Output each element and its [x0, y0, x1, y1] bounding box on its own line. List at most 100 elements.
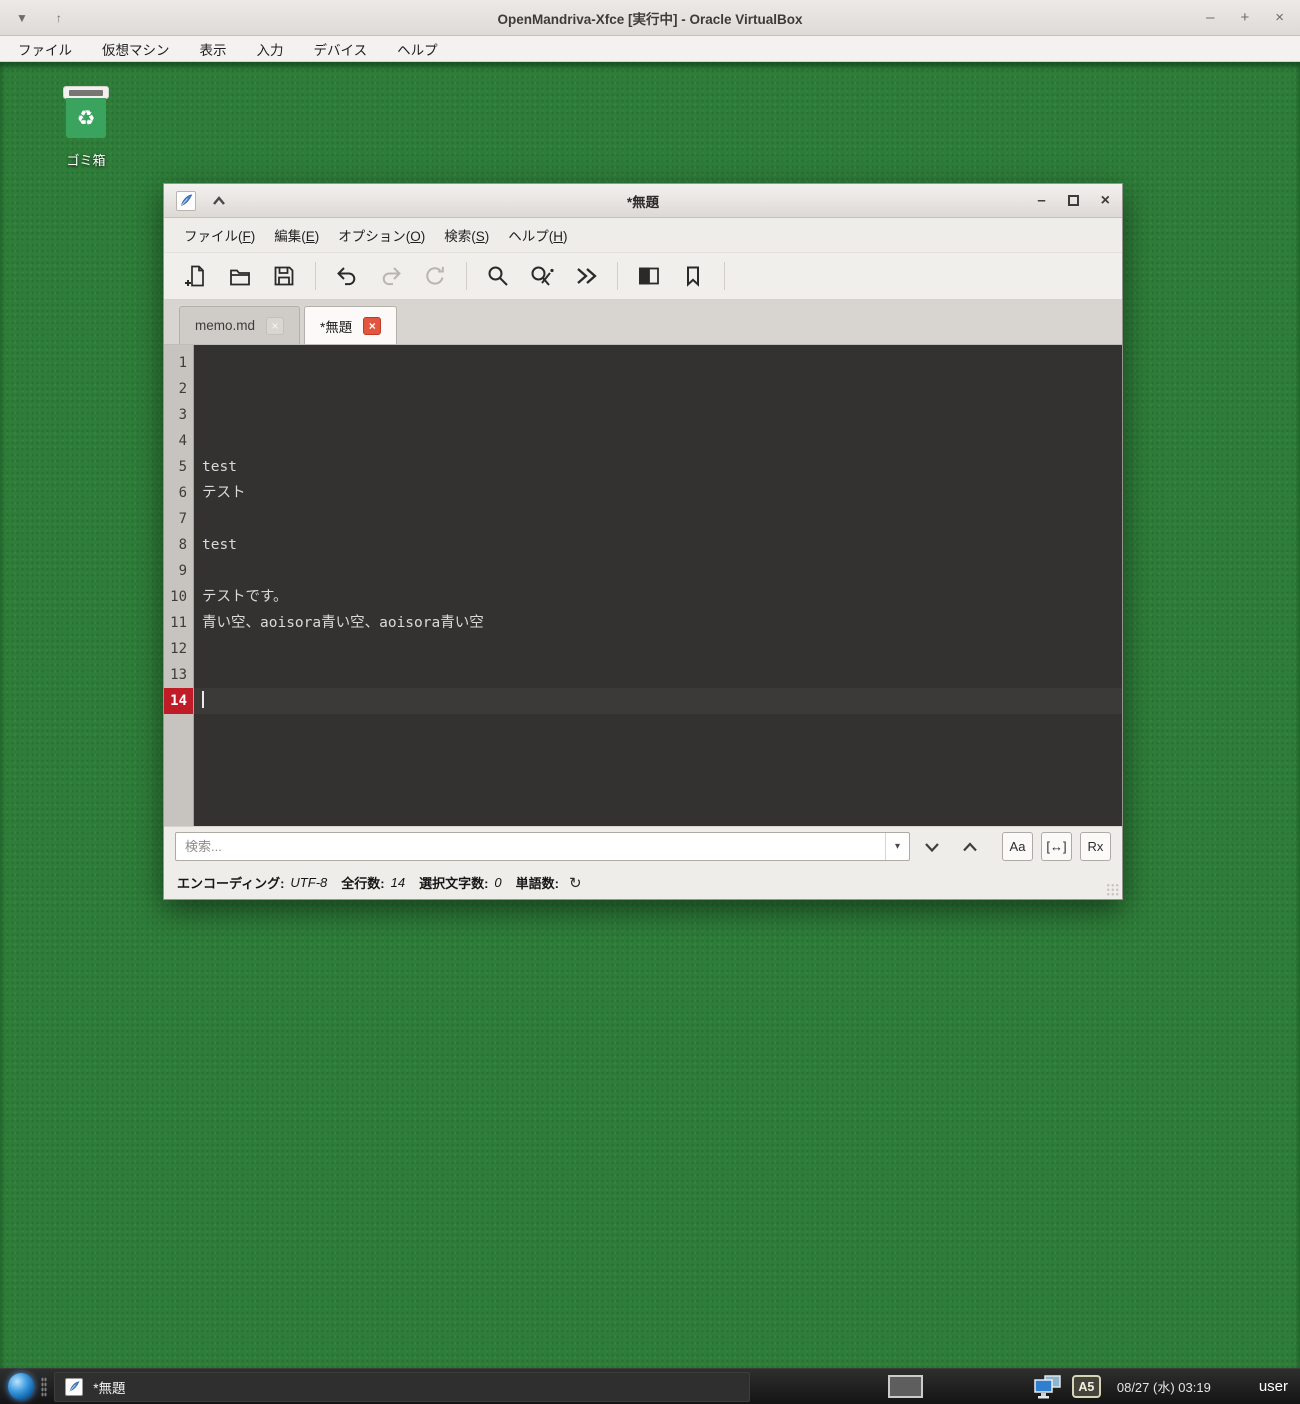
encoding-label: エンコーディング: [177, 876, 285, 891]
selected-chars-label: 選択文字数: [419, 876, 489, 891]
tab-untitled[interactable]: *無題 × [304, 306, 398, 344]
tab-close-icon[interactable]: × [266, 316, 285, 335]
mousepad-task-icon [65, 1377, 84, 1396]
word-count-refresh-icon[interactable]: ↻ [569, 874, 582, 892]
code-line[interactable] [194, 350, 1122, 376]
input-method-icon[interactable]: A5 [1071, 1375, 1101, 1398]
line-number: 13 [170, 667, 187, 683]
regex-button[interactable]: Rx [1080, 832, 1111, 861]
editor-menubar: ファイル(F) 編集(E) オプション(O) 検索(S) ヘルプ(H) [164, 218, 1122, 252]
line-number: 6 [178, 485, 187, 501]
search-icon[interactable] [478, 257, 518, 295]
reload-icon[interactable] [415, 257, 455, 295]
code-line[interactable] [194, 662, 1122, 688]
whole-word-button[interactable]: [↔] [1041, 832, 1072, 861]
xfce-desktop: ♻ ゴミ箱 *無題 – × ファイル(F) 編集(E) オプション(O) 検索(… [0, 62, 1300, 1368]
selected-chars-value: 0 [494, 875, 502, 890]
code-line[interactable] [194, 636, 1122, 662]
line-number: 1 [178, 355, 187, 371]
code-lines[interactable]: test テスト test テストです。 青い空、aoisora青い空、aois… [194, 345, 1122, 826]
line-number: 7 [178, 511, 187, 527]
editor-titlebar[interactable]: *無題 – × [164, 184, 1122, 218]
recycle-icon: ♻ [66, 98, 106, 138]
open-folder-icon[interactable] [220, 257, 260, 295]
code-line[interactable]: 青い空、aoisora青い空、aoisora青い空 [194, 610, 1122, 636]
side-pane-icon[interactable] [629, 257, 669, 295]
vbox-maximize-button[interactable]: + [1240, 10, 1249, 25]
editor-menu-file[interactable]: ファイル(F) [184, 225, 255, 245]
mousepad-app-icon [176, 190, 196, 211]
toolbar-separator [617, 262, 618, 290]
code-line[interactable] [194, 376, 1122, 402]
tab-label: memo.md [195, 318, 256, 333]
vbox-close-button[interactable]: × [1275, 10, 1284, 25]
code-line[interactable] [194, 402, 1122, 428]
code-line[interactable] [194, 506, 1122, 532]
line-number: 3 [178, 407, 187, 423]
vbox-menu-file[interactable]: ファイル [18, 39, 72, 59]
editor-text-area[interactable]: 1 2 3 4 5 6 7 8 9 10 11 12 13 14 test テス… [164, 345, 1122, 826]
new-file-icon[interactable] [176, 257, 216, 295]
bookmark-icon[interactable] [673, 257, 713, 295]
vbox-menu-arrow-icon[interactable]: ▼ [16, 11, 28, 25]
editor-search-bar: ▾ Aa [↔] Rx [164, 826, 1122, 866]
code-line[interactable]: テスト [194, 480, 1122, 506]
vbox-menu-help[interactable]: ヘルプ [397, 39, 438, 59]
search-history-dropdown-icon[interactable]: ▾ [885, 833, 909, 860]
line-number: 10 [170, 589, 187, 605]
editor-maximize-button[interactable] [1067, 195, 1079, 206]
line-number: 8 [178, 537, 187, 553]
goto-icon[interactable] [566, 257, 606, 295]
editor-close-button[interactable]: × [1101, 192, 1110, 210]
workspace-switcher[interactable] [887, 1375, 923, 1398]
panel-clock[interactable]: 08/27 (水) 03:19 [1117, 1377, 1211, 1396]
tab-close-icon[interactable]: × [363, 316, 382, 335]
line-number: 4 [178, 433, 187, 449]
find-next-icon[interactable] [916, 832, 948, 862]
tab-memo-md[interactable]: memo.md × [179, 306, 301, 344]
xfce-panel: *無題 A5 08/27 (水) 03:19 user [0, 1368, 1300, 1404]
vbox-menu-input[interactable]: 入力 [257, 39, 284, 59]
editor-menu-edit[interactable]: 編集(E) [274, 225, 319, 245]
editor-menu-search[interactable]: 検索(S) [444, 225, 489, 245]
match-case-button[interactable]: Aa [1002, 832, 1033, 861]
search-replace-icon[interactable] [522, 257, 562, 295]
encoding-value: UTF-8 [290, 875, 328, 890]
mousepad-window: *無題 – × ファイル(F) 編集(E) オプション(O) 検索(S) ヘルプ… [163, 183, 1123, 900]
taskbar-window-button[interactable]: *無題 [54, 1371, 750, 1402]
resize-grip[interactable] [1106, 883, 1119, 896]
undo-icon[interactable] [327, 257, 367, 295]
total-lines-label: 全行数: [341, 876, 385, 891]
search-combobox[interactable]: ▾ [175, 832, 910, 861]
save-icon[interactable] [264, 257, 304, 295]
code-line[interactable] [194, 558, 1122, 584]
redo-icon[interactable] [371, 257, 411, 295]
code-line-current[interactable] [194, 688, 1122, 714]
vbox-menu-view[interactable]: 表示 [200, 39, 227, 59]
shade-window-icon[interactable] [212, 195, 226, 206]
editor-window-title: *無題 [626, 194, 660, 210]
toolbar-separator [466, 262, 467, 290]
code-line[interactable]: test [194, 454, 1122, 480]
vbox-menu-machine[interactable]: 仮想マシン [102, 39, 170, 59]
panel-handle[interactable] [41, 1376, 48, 1397]
vbox-minimize-button[interactable]: – [1206, 10, 1214, 25]
editor-minimize-button[interactable]: – [1037, 192, 1045, 209]
code-line[interactable]: test [194, 532, 1122, 558]
line-number: 5 [178, 459, 187, 475]
word-count-label: 単語数: [515, 876, 559, 891]
code-line[interactable] [194, 428, 1122, 454]
search-input[interactable] [176, 833, 885, 860]
vbox-up-arrow-icon[interactable]: ↑ [56, 11, 62, 25]
user-menu[interactable]: user [1259, 1378, 1288, 1395]
applications-menu-icon[interactable] [8, 1373, 35, 1400]
find-previous-icon[interactable] [954, 832, 986, 862]
vbox-menu-devices[interactable]: デバイス [314, 39, 368, 59]
editor-menu-help[interactable]: ヘルプ(H) [508, 225, 567, 245]
vbox-titlebar[interactable]: ▼ ↑ OpenMandriva-Xfce [実行中] - Oracle Vir… [0, 0, 1300, 36]
display-settings-icon[interactable] [1033, 1374, 1063, 1400]
code-line[interactable]: テストです。 [194, 584, 1122, 610]
trash-desktop-icon[interactable]: ♻ ゴミ箱 [58, 86, 114, 169]
tab-label: *無題 [320, 319, 353, 335]
editor-menu-options[interactable]: オプション(O) [338, 225, 425, 245]
